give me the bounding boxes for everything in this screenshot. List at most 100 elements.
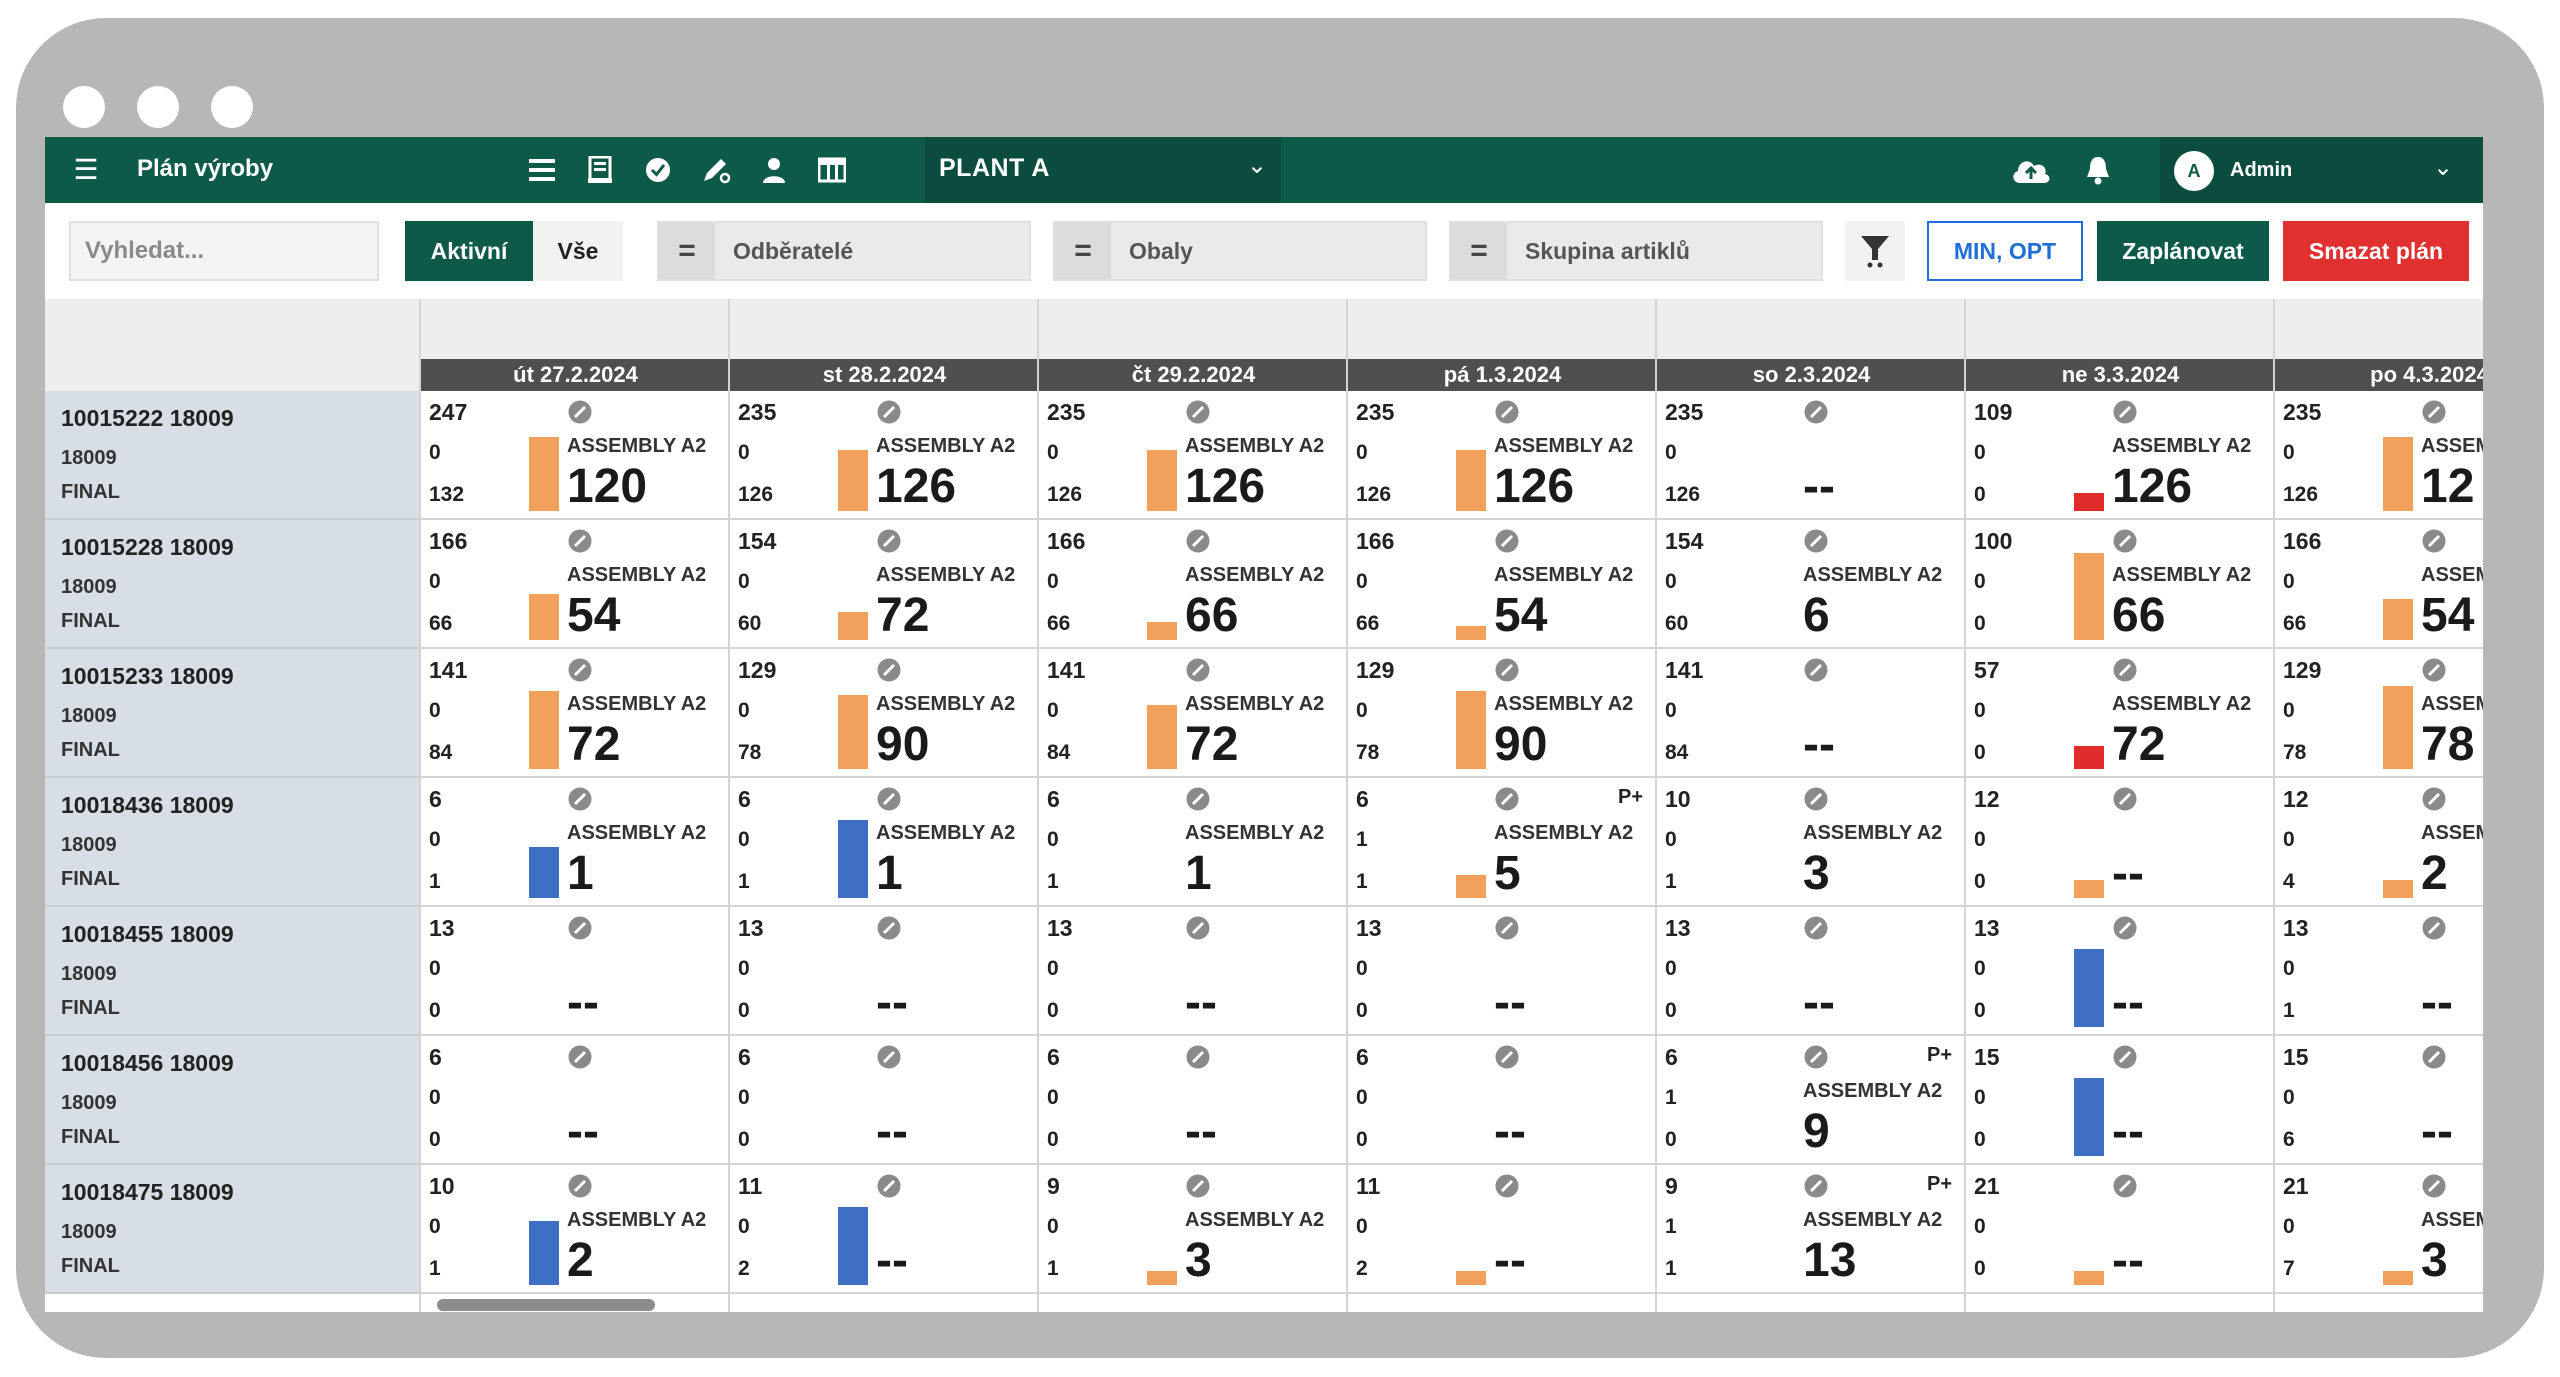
plan-cell[interactable]: 141 0 84 -- bbox=[1657, 649, 1966, 778]
disabled-circle-icon[interactable] bbox=[1185, 786, 1211, 812]
plan-cell[interactable]: 21 0 7 ASSEM 3 bbox=[2275, 1165, 2483, 1294]
plan-cell[interactable]: 129 0 78 ASSEMBLY A2 90 bbox=[730, 649, 1039, 778]
planned-quantity[interactable]: -- bbox=[2421, 979, 2453, 1027]
disabled-circle-icon[interactable] bbox=[567, 1044, 593, 1070]
disabled-circle-icon[interactable] bbox=[1185, 399, 1211, 425]
plan-cell[interactable]: 6 0 1 ASSEMBLY A2 1 bbox=[730, 778, 1039, 907]
disabled-circle-icon[interactable] bbox=[876, 786, 902, 812]
article-row-header[interactable]: 10018475 18009 18009 FINAL bbox=[45, 1165, 419, 1294]
planned-quantity[interactable]: 6 bbox=[1803, 592, 1830, 640]
article-row-header[interactable]: 10018436 18009 18009 FINAL bbox=[45, 778, 419, 907]
planned-quantity[interactable]: -- bbox=[876, 1108, 908, 1156]
planned-quantity[interactable]: 12 bbox=[2421, 463, 2474, 511]
plan-cell[interactable]: 15 0 6 -- bbox=[2275, 1036, 2483, 1165]
planned-quantity[interactable]: 72 bbox=[567, 721, 620, 769]
planned-quantity[interactable]: 3 bbox=[1803, 850, 1830, 898]
disabled-circle-icon[interactable] bbox=[2112, 1044, 2138, 1070]
planned-quantity[interactable]: 13 bbox=[1803, 1237, 1856, 1285]
plan-cell[interactable]: 13 0 0 -- bbox=[421, 907, 730, 1036]
plan-cell[interactable]: 15 0 0 -- bbox=[1966, 1036, 2275, 1165]
plan-cell[interactable]: 12 0 0 -- bbox=[1966, 778, 2275, 907]
plan-cell[interactable]: 6 1 1 P+ ASSEMBLY A2 5 bbox=[1348, 778, 1657, 907]
plan-cell[interactable]: 9 1 1 P+ ASSEMBLY A2 13 bbox=[1657, 1165, 1966, 1294]
planned-quantity[interactable]: 120 bbox=[567, 463, 647, 511]
planned-quantity[interactable]: 1 bbox=[1185, 850, 1212, 898]
disabled-circle-icon[interactable] bbox=[2421, 657, 2447, 683]
edit-pen-icon[interactable] bbox=[699, 153, 733, 187]
disabled-circle-icon[interactable] bbox=[1494, 786, 1520, 812]
planned-quantity[interactable]: 126 bbox=[1185, 463, 1265, 511]
planned-quantity[interactable]: -- bbox=[1185, 1108, 1217, 1156]
planned-quantity[interactable]: 5 bbox=[1494, 850, 1521, 898]
disabled-circle-icon[interactable] bbox=[2421, 786, 2447, 812]
planned-quantity[interactable]: -- bbox=[876, 979, 908, 1027]
planned-quantity[interactable]: -- bbox=[1185, 979, 1217, 1027]
planned-quantity[interactable]: -- bbox=[2421, 1108, 2453, 1156]
delete-plan-button[interactable]: Smazat plán bbox=[2283, 221, 2469, 281]
planned-quantity[interactable]: 66 bbox=[1185, 592, 1238, 640]
disabled-circle-icon[interactable] bbox=[1494, 1173, 1520, 1199]
disabled-circle-icon[interactable] bbox=[876, 399, 902, 425]
disabled-circle-icon[interactable] bbox=[2421, 915, 2447, 941]
funnel-filter-icon[interactable] bbox=[1845, 221, 1905, 281]
planned-quantity[interactable]: -- bbox=[2112, 1237, 2144, 1285]
list-icon[interactable] bbox=[525, 153, 559, 187]
disabled-circle-icon[interactable] bbox=[876, 915, 902, 941]
plan-cell[interactable]: 235 0 126 ASSEM 12 bbox=[2275, 391, 2483, 520]
hamburger-menu-icon[interactable]: ☰ bbox=[69, 153, 103, 187]
bell-icon[interactable] bbox=[2081, 153, 2115, 187]
plan-cell[interactable]: 6 1 0 P+ ASSEMBLY A2 9 bbox=[1657, 1036, 1966, 1165]
planned-quantity[interactable]: 9 bbox=[1803, 1108, 1830, 1156]
disabled-circle-icon[interactable] bbox=[2112, 528, 2138, 554]
planned-quantity[interactable]: 54 bbox=[2421, 592, 2474, 640]
packaging-filter[interactable]: = Obaly bbox=[1053, 221, 1427, 281]
plan-cell[interactable]: 6 0 1 ASSEMBLY A2 1 bbox=[1039, 778, 1348, 907]
planned-quantity[interactable]: -- bbox=[1494, 1237, 1526, 1285]
planned-quantity[interactable]: -- bbox=[1494, 1108, 1526, 1156]
disabled-circle-icon[interactable] bbox=[567, 915, 593, 941]
plan-cell[interactable]: 166 0 66 ASSEMBLY A2 54 bbox=[1348, 520, 1657, 649]
planned-quantity[interactable]: 72 bbox=[876, 592, 929, 640]
plan-cell[interactable]: 6 0 0 -- bbox=[421, 1036, 730, 1165]
plan-cell[interactable]: 247 0 132 ASSEMBLY A2 120 bbox=[421, 391, 730, 520]
plan-cell[interactable]: 129 0 78 ASSEM 78 bbox=[2275, 649, 2483, 778]
disabled-circle-icon[interactable] bbox=[1803, 1044, 1829, 1070]
plan-cell[interactable]: 11 0 2 -- bbox=[730, 1165, 1039, 1294]
disabled-circle-icon[interactable] bbox=[567, 399, 593, 425]
plan-cell[interactable]: 235 0 126 ASSEMBLY A2 126 bbox=[1348, 391, 1657, 520]
disabled-circle-icon[interactable] bbox=[1494, 1044, 1520, 1070]
plan-cell[interactable]: 21 0 0 -- bbox=[1966, 1165, 2275, 1294]
planned-quantity[interactable]: 126 bbox=[2112, 463, 2192, 511]
planned-quantity[interactable]: -- bbox=[567, 1108, 599, 1156]
disabled-circle-icon[interactable] bbox=[1494, 528, 1520, 554]
horizontal-scrollbar[interactable] bbox=[437, 1299, 655, 1311]
disabled-circle-icon[interactable] bbox=[876, 657, 902, 683]
article-row-header[interactable]: 10018456 18009 18009 FINAL bbox=[45, 1036, 419, 1165]
search-input[interactable] bbox=[69, 221, 379, 281]
article-row-header[interactable]: 10015222 18009 18009 FINAL bbox=[45, 391, 419, 520]
planned-quantity[interactable]: 2 bbox=[2421, 850, 2448, 898]
article-row-header[interactable]: 10015233 18009 18009 FINAL bbox=[45, 649, 419, 778]
disabled-circle-icon[interactable] bbox=[2112, 657, 2138, 683]
filter-all-button[interactable]: Vše bbox=[533, 221, 623, 281]
article-row-header[interactable]: 10018455 18009 18009 FINAL bbox=[45, 907, 419, 1036]
plan-cell[interactable]: 13 0 0 -- bbox=[730, 907, 1039, 1036]
disabled-circle-icon[interactable] bbox=[567, 528, 593, 554]
planned-quantity[interactable]: -- bbox=[1494, 979, 1526, 1027]
plan-cell[interactable]: 11 0 2 -- bbox=[1348, 1165, 1657, 1294]
plan-cell[interactable]: 166 0 66 ASSEM 54 bbox=[2275, 520, 2483, 649]
min-opt-button[interactable]: MIN, OPT bbox=[1927, 221, 2083, 281]
plan-cell[interactable]: 6 0 1 ASSEMBLY A2 1 bbox=[421, 778, 730, 907]
plan-cell[interactable]: 154 0 60 ASSEMBLY A2 6 bbox=[1657, 520, 1966, 649]
disabled-circle-icon[interactable] bbox=[1803, 915, 1829, 941]
planned-quantity[interactable]: 66 bbox=[2112, 592, 2165, 640]
planned-quantity[interactable]: 78 bbox=[2421, 721, 2474, 769]
planned-quantity[interactable]: 54 bbox=[1494, 592, 1547, 640]
disabled-circle-icon[interactable] bbox=[2112, 915, 2138, 941]
disabled-circle-icon[interactable] bbox=[2112, 399, 2138, 425]
disabled-circle-icon[interactable] bbox=[1803, 1173, 1829, 1199]
plan-cell[interactable]: 235 0 126 ASSEMBLY A2 126 bbox=[1039, 391, 1348, 520]
filter-active-button[interactable]: Aktivní bbox=[405, 221, 533, 281]
disabled-circle-icon[interactable] bbox=[2421, 1173, 2447, 1199]
planned-quantity[interactable]: -- bbox=[1803, 463, 1835, 511]
